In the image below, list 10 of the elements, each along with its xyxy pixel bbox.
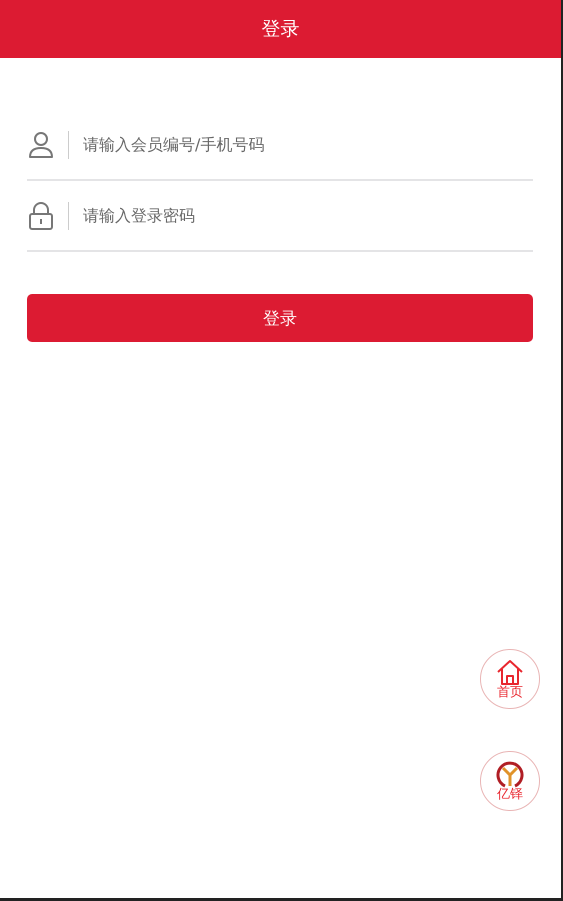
password-field[interactable]: 请输入登录密码 xyxy=(83,206,533,225)
home-button[interactable]: 首页 xyxy=(480,649,540,709)
login-button[interactable]: 登录 xyxy=(27,294,533,342)
account-field[interactable]: 请输入会员编号/手机号码 xyxy=(83,135,533,154)
house-icon xyxy=(496,658,524,686)
logo-icon xyxy=(496,760,524,788)
brand-button[interactable]: 亿铎 xyxy=(480,751,540,811)
lock-icon xyxy=(27,200,55,230)
page-title: 登录 xyxy=(262,17,300,42)
user-icon xyxy=(27,130,55,160)
